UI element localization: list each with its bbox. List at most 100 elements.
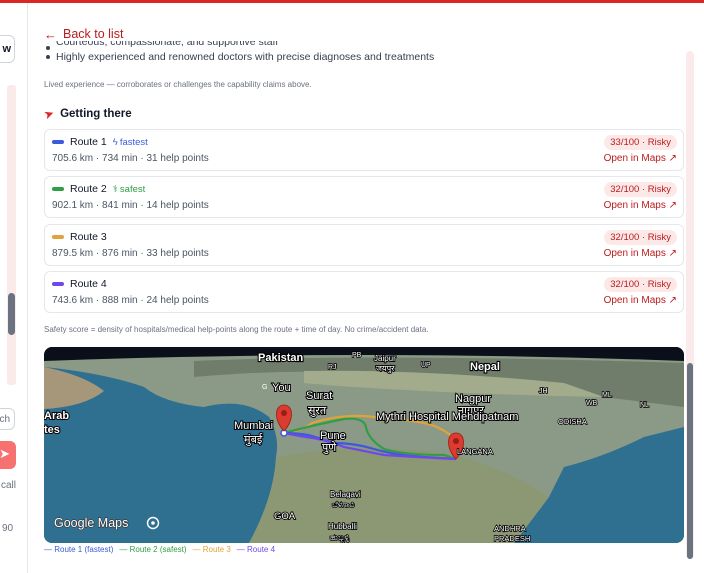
sidebar-search-input[interactable]: ch [0,408,15,430]
map-label-surat: Surat [306,390,332,402]
route-header: Route 3 [52,231,107,243]
map-label-telangana: LANGANA [457,447,493,456]
map-label-odisha: ODISHA [558,417,587,426]
external-arrow-icon: ↗ [668,200,677,211]
map-info-icon-dot [151,521,155,525]
route-tag: ϟ fastest [113,137,148,148]
legend-item-route-1: — Route 1 (fastest) [44,545,114,554]
left-sidebar: w ch ➤ call 90 [0,3,28,573]
risk-score-badge: 33/100 · Risky [604,135,677,150]
legend-label: Route 1 (fastest) [54,545,114,554]
route-name: Route 2 [70,183,107,195]
send-button[interactable]: ➤ [0,441,16,469]
open-in-maps-link[interactable]: Open in Maps ↗ [604,153,677,164]
route-map[interactable]: Pakistan Nepal PB Jaipur जयपुर UP RJ JH … [44,347,684,543]
map-label-hubballi-local: ಹುಬ್ಬಳ್ಳಿ [330,533,350,542]
open-in-maps-label: Open in Maps [603,200,666,211]
map-label-goa: GOA [274,511,296,522]
route-color-swatch [52,282,64,286]
external-arrow-icon: ↗ [668,248,677,259]
map-label-belagavi-local: ಬೆಳಗಾವಿ [332,500,354,509]
open-in-maps-link[interactable]: Open in Maps ↗ [604,248,677,259]
route-color-swatch [52,140,64,144]
google-maps-logo: Google Maps [54,516,128,530]
route-card-1[interactable]: Route 1 ϟ fastest 705.6 km · 734 min · 31 h… [44,129,684,171]
map-label-rj: RJ [328,364,337,371]
map-label-pakistan: Pakistan [258,352,304,364]
route-name: Route 1 [70,136,107,148]
map-label-destination: Mythri Hospital Mehdipatnam [376,411,518,423]
route-name: Route 4 [70,278,107,290]
send-icon: ➤ [0,446,10,461]
sidebar-scroll-track[interactable] [7,85,16,385]
map-label-arab: Arab [44,410,69,422]
map-you-dot-label: G [262,384,267,391]
map-label-belagavi: Belagavi [330,490,361,499]
map-label-pune: Pune [320,430,346,442]
arrow-left-icon: ← [44,26,57,42]
open-in-maps-link[interactable]: Open in Maps ↗ [604,295,677,306]
legend-label: Route 4 [247,545,276,554]
open-in-maps-label: Open in Maps [603,248,666,259]
route-name: Route 3 [70,231,107,243]
panel-scroll-thumb[interactable] [687,363,693,559]
open-in-maps-link[interactable]: Open in Maps ↗ [604,200,677,211]
map-label-up: UP [421,362,431,369]
map-label-pb: PB [352,352,362,359]
route-tag: ⚕ safest [113,184,146,195]
external-arrow-icon: ↗ [668,295,677,306]
external-arrow-icon: ↗ [668,153,677,164]
legend-item-route-4: — Route 4 [236,545,276,554]
route-card-3[interactable]: Route 3 879.5 km · 876 min · 33 help poin… [44,224,684,266]
destination-pin-dot [453,438,459,444]
risk-score-badge: 32/100 · Risky [604,182,677,197]
lived-experience-note: Lived experience — corroborates or chall… [44,80,312,89]
legend-item-route-3: — Route 3 [192,545,231,554]
map-label-nl: NL [640,402,649,409]
map-label-arab-cont: tes [44,424,60,436]
route-details: 743.6 km · 888 min · 24 help points [52,295,209,306]
map-label-pune-local: पुणे [322,441,337,454]
route-color-swatch [52,235,64,239]
legend-label: Route 2 (safest) [129,545,187,554]
route-color-swatch [52,187,64,191]
route-header: Route 1 ϟ fastest [52,136,148,148]
route-header: Route 4 [52,278,107,290]
map-label-mumbai: Mumbai [234,420,273,432]
map-label-andhra: ANDHRA [494,524,526,533]
route-details: 879.5 km · 876 min · 33 help points [52,248,209,259]
origin-pin-dot [281,410,287,416]
map-label-nagpur: Nagpur [455,393,491,405]
list-item: Courteous, compassionate, and supportive… [44,41,684,50]
map-label-hubballi: Hubballi [328,522,357,531]
map-svg[interactable]: Pakistan Nepal PB Jaipur जयपुर UP RJ JH … [44,347,684,543]
map-label-jh: JH [539,388,548,395]
map-label-nepal: Nepal [470,361,500,373]
safety-score-note: Safety score = density of hospitals/medi… [44,325,429,334]
sidebar-scroll-thumb[interactable] [8,293,15,335]
shield-icon: ⚕ [112,183,118,195]
navigation-arrow-icon: ➤ [41,105,57,123]
map-label-jaipur-local: जयपुर [376,364,395,374]
route-details: 902.1 km · 841 min · 14 help points [52,200,209,211]
map-label-jaipur: Jaipur [374,354,396,363]
route-tag-label: fastest [119,136,148,148]
map-label-pradesh: PRADESH [494,534,530,543]
legend-label: Route 3 [202,545,231,554]
getting-there-title: Getting there [60,108,132,120]
sidebar-count-text: 90 [2,523,14,534]
risk-score-badge: 32/100 · Risky [604,277,677,292]
getting-there-heading: ➤ Getting there [41,105,132,123]
map-label-ml: ML [602,392,612,399]
route-legend: — Route 1 (fastest) — Route 2 (safest) — R… [44,545,275,554]
sidebar-call-text: call [1,480,17,491]
map-label-mumbai-local: मुंबई [244,433,263,446]
map-label-you: You [272,382,291,394]
risk-score-badge: 32/100 · Risky [604,230,677,245]
route-card-2[interactable]: Route 2 ⚕ safest 902.1 km · 841 min · 14 he… [44,176,684,218]
route-card-4[interactable]: Route 4 743.6 km · 888 min · 24 help poin… [44,271,684,313]
sidebar-clipped-button[interactable]: w [0,35,15,63]
open-in-maps-label: Open in Maps [603,295,666,306]
lightning-icon: ϟ [112,136,118,148]
map-label-surat-local: सुरत [308,405,327,417]
